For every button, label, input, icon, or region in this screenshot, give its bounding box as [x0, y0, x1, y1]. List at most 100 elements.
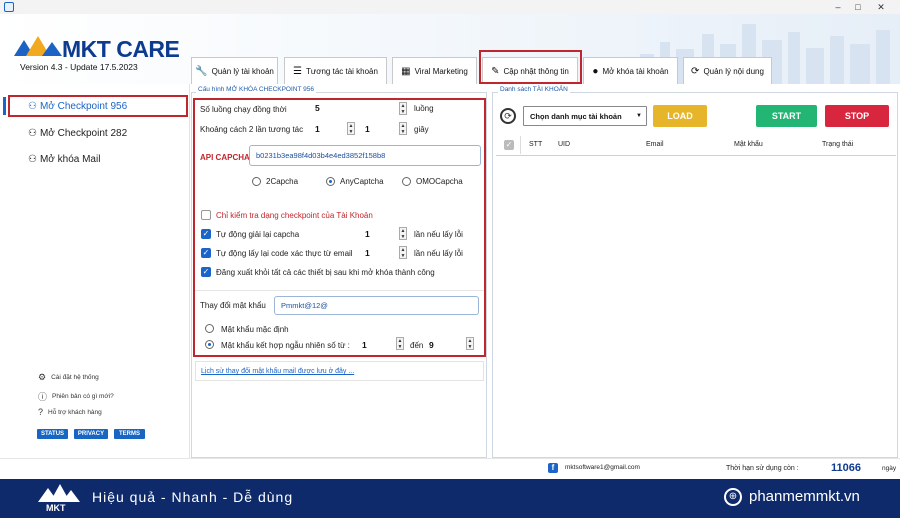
password-section-divider [195, 290, 484, 291]
auto-email-unit: lần nếu lấy lỗi [414, 249, 463, 258]
auto-captcha-value[interactable]: 1 [365, 229, 370, 239]
support-email: mktsoftware1@gmail.com [565, 464, 640, 471]
tab-content-management[interactable]: ⟳ Quản lý nội dung [683, 57, 772, 84]
remaining-label: Thời hạn sử dụng còn : [726, 465, 799, 472]
maximize-button[interactable]: □ [850, 0, 866, 14]
sidebar-active-bar [3, 97, 6, 115]
help-icon: ? [38, 407, 44, 417]
password-random-radio[interactable] [205, 340, 214, 349]
customer-support-link[interactable]: ? Hỗ trợ khách hàng [38, 407, 102, 417]
interval-to-value[interactable]: 1 [365, 124, 370, 134]
load-button[interactable]: LOAD [653, 105, 707, 127]
threads-spinner[interactable]: ▲ ▼ [399, 102, 407, 115]
wrench-icon: 🔧 [195, 65, 208, 77]
column-uid[interactable]: UID [558, 141, 570, 148]
checkpoint-956-highlight [8, 95, 188, 117]
info-icon: ⓘ [38, 392, 48, 402]
mkt-logo-icon [14, 36, 62, 56]
auto-captcha-unit: lần nếu lấy lỗi [414, 230, 463, 239]
app-icon [4, 2, 14, 12]
user-icon: ⚇ [28, 127, 37, 139]
remaining-days-value: 11066 [831, 462, 861, 474]
tab-unlock-account[interactable]: ● Mở khóa tài khoản [583, 57, 678, 84]
auto-captcha-label: Tự động giải lại capcha [216, 230, 300, 239]
stop-button[interactable]: STOP [825, 105, 889, 127]
api-captcha-label: API CAPCHA [200, 153, 250, 162]
captcha-omocapcha-radio[interactable] [402, 177, 411, 186]
tab-account-interaction[interactable]: ☰ Tương tác tài khoản [284, 57, 387, 84]
auto-email-value[interactable]: 1 [365, 248, 370, 258]
password-random-to[interactable]: 9 [429, 340, 434, 350]
password-input[interactable]: Pmmkt@12@ [274, 296, 479, 315]
column-password[interactable]: Mật khẩu [734, 141, 763, 148]
privacy-button[interactable]: PRIVACY [74, 429, 108, 439]
whats-new-link[interactable]: ⓘ Phiên bản có gì mới? [38, 390, 114, 403]
accounts-group-title: Danh sách TÀI KHOẢN [498, 86, 570, 93]
system-settings-link[interactable]: ⚙ Cài đặt hệ thống [38, 372, 99, 383]
password-random-label: Mật khẩu kết hợp ngẫu nhiên số từ : [221, 341, 350, 350]
gear-icon: ⚙ [38, 372, 47, 382]
version-label: Version 4.3 - Update 17.5.2023 [20, 62, 138, 72]
user-icon: ⚇ [28, 153, 37, 165]
close-button[interactable]: ✕ [873, 0, 889, 14]
title-bar: ‒ □ ✕ [0, 0, 900, 14]
password-random-from-spinner[interactable]: ▲ ▼ [396, 337, 404, 350]
threads-label: Số luồng chạy đồng thời [200, 105, 287, 114]
footer-banner: MKT Hiệu quả - Nhanh - Dễ dùng ⊕ phanmem… [0, 479, 900, 518]
logout-all-checkbox[interactable]: ✓ [201, 267, 211, 277]
auto-captcha-spinner[interactable]: ▲ ▼ [399, 227, 407, 240]
sidebar-item-unlock-mail[interactable]: ⚇ Mở khóa Mail [28, 151, 100, 167]
config-highlight [193, 98, 486, 357]
api-captcha-input[interactable]: b0231b3ea98f4d03b4e4ed3852f158b8 [249, 145, 481, 166]
interval-unit: giây [414, 125, 429, 134]
account-category-select[interactable]: Chọn danh mục tài khoản ▼ [523, 106, 647, 126]
slogan: Hiệu quả - Nhanh - Dễ dùng [92, 489, 294, 505]
check-type-label: Chỉ kiểm tra dạng checkpoint của Tài Kho… [216, 211, 373, 220]
calendar-icon: ▦ [401, 65, 411, 77]
brand-name: MKT CARE [62, 36, 180, 62]
interval-to-spinner[interactable]: ▲ ▼ [399, 122, 407, 135]
captcha-anycaptcha-label: AnyCaptcha [340, 177, 384, 186]
password-default-label: Mật khẩu mặc định [221, 325, 289, 334]
minimize-button[interactable]: ‒ [830, 0, 846, 14]
column-email[interactable]: Email [646, 141, 664, 148]
auto-captcha-checkbox[interactable]: ✓ [201, 229, 211, 239]
sidebar-item-checkpoint-282[interactable]: ⚇ Mở Checkpoint 282 [28, 125, 127, 141]
column-status[interactable]: Trạng thái [822, 141, 853, 148]
threads-value[interactable]: 5 [315, 103, 320, 113]
start-button[interactable]: START [756, 105, 817, 127]
auto-email-checkbox[interactable]: ✓ [201, 248, 211, 258]
remaining-days-unit: ngày [882, 465, 897, 472]
status-button[interactable]: STATUS [37, 429, 68, 439]
tab-viral-marketing[interactable]: ▦ Viral Marketing [392, 57, 477, 84]
chevron-down-icon: ▼ [636, 113, 642, 119]
interval-from-spinner[interactable]: ▲ ▼ [347, 122, 355, 135]
password-default-radio[interactable] [205, 324, 214, 333]
password-history-link[interactable]: Lịch sử thay đổi mật khẩu mail được lưu … [201, 368, 354, 375]
captcha-anycaptcha-radio[interactable] [326, 177, 335, 186]
logout-all-label: Đăng xuất khỏi tất cả các thiết bị sau k… [216, 268, 435, 277]
refresh-icon[interactable]: ⟳ [500, 108, 516, 124]
auto-email-label: Tự động lấy lại code xác thực từ email [216, 249, 353, 258]
refresh-icon: ⟳ [691, 65, 700, 77]
tab-account-management[interactable]: 🔧 Quản lý tài khoản [191, 57, 278, 84]
auto-email-spinner[interactable]: ▲ ▼ [399, 246, 407, 259]
captcha-2capcha-label: 2Capcha [266, 177, 299, 186]
interval-label: Khoảng cách 2 lần tương tác [200, 125, 304, 134]
column-stt[interactable]: STT [529, 141, 542, 148]
sidebar: ⚇ Mở Checkpoint 956 ⚇ Mở Checkpoint 282 ⚇ M… [0, 84, 190, 458]
change-password-label: Thay đổi mật khẩu [200, 301, 266, 310]
accounts-table-header: ✓ STT UID Email Mật khẩu Trạng thái [496, 134, 896, 156]
captcha-omocapcha-label: OMOCapcha [416, 177, 463, 186]
terms-button[interactable]: TERMS [114, 429, 145, 439]
captcha-2capcha-radio[interactable] [252, 177, 261, 186]
password-random-from[interactable]: 1 [362, 340, 367, 350]
website-link[interactable]: phanmemmkt.vn [749, 488, 860, 505]
config-group-title: Cấu hình MỞ KHÓA CHECKPOINT 956 [196, 86, 316, 93]
select-all-checkbox[interactable]: ✓ [504, 140, 514, 150]
facebook-icon[interactable]: f [548, 463, 558, 473]
check-type-checkbox[interactable] [201, 210, 211, 220]
interval-from-value[interactable]: 1 [315, 124, 320, 134]
password-random-to-spinner[interactable]: ▲ ▼ [466, 337, 474, 350]
password-random-to-label: đến [410, 341, 424, 350]
